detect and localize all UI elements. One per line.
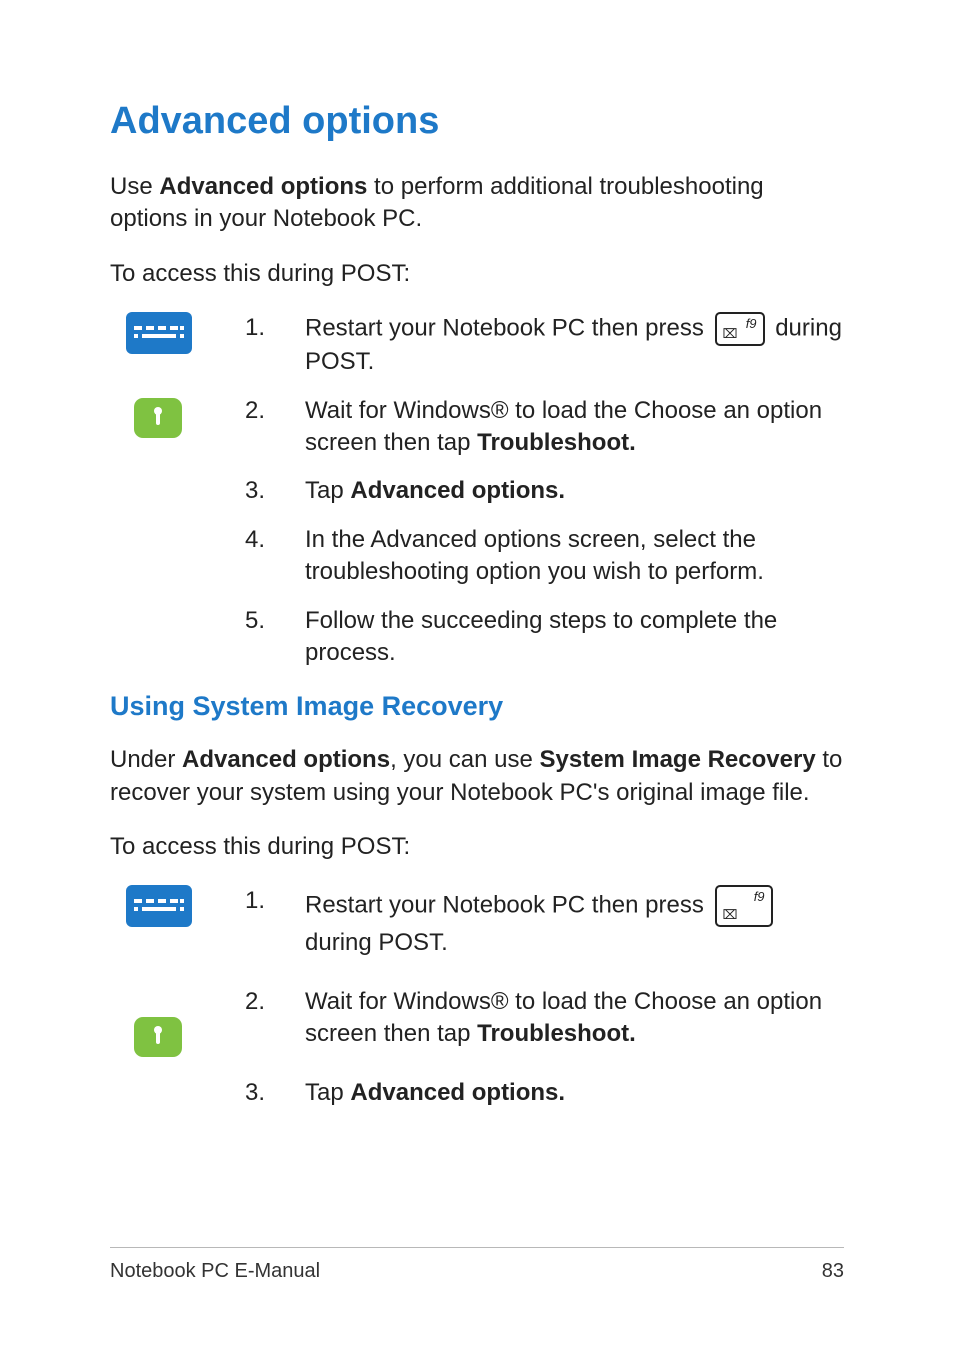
step-number: 5.	[245, 605, 305, 670]
step-text: Tap Advanced options.	[305, 475, 844, 507]
steps-list-2: 1. Restart your Notebook PC then press ⌧…	[245, 885, 844, 1109]
step-number: 1.	[245, 312, 305, 378]
text-bold: Advanced options	[182, 746, 390, 773]
text-bold: Troubleshoot.	[477, 1020, 636, 1047]
page: Advanced options Use Advanced options to…	[0, 0, 954, 1345]
step-item: 5. Follow the succeeding steps to comple…	[245, 605, 844, 670]
text-bold: Advanced options.	[350, 1079, 565, 1106]
icon-stack	[126, 312, 192, 438]
step-number: 2.	[245, 395, 305, 460]
step-text: In the Advanced options screen, select t…	[305, 524, 844, 589]
f9-key-icon: ⌧ f9	[715, 885, 773, 927]
text-bold: System Image Recovery	[540, 746, 816, 773]
step-number: 1.	[245, 885, 305, 959]
text: Tap	[305, 1079, 350, 1106]
access-line-2: To access this during POST:	[110, 831, 844, 863]
key-fn-label: f9	[746, 315, 757, 333]
text: Follow the succeeding steps to complete …	[305, 607, 777, 666]
text-bold: Troubleshoot.	[477, 429, 636, 456]
step-text: Restart your Notebook PC then press ⌧f9 …	[305, 885, 844, 959]
step-item: 3. Tap Advanced options.	[245, 1077, 844, 1109]
keyboard-icon	[126, 312, 192, 354]
step-text: Tap Advanced options.	[305, 1077, 844, 1109]
key-fn-label: f9	[754, 888, 765, 906]
touch-icon	[134, 1017, 182, 1057]
intro2-paragraph: Under Advanced options, you can use Syst…	[110, 744, 844, 809]
steps-block-2: 1. Restart your Notebook PC then press ⌧…	[110, 885, 844, 1109]
step-item: 1. Restart your Notebook PC then press ⌧…	[245, 885, 844, 959]
text: Tap	[305, 477, 350, 504]
step-number: 3.	[245, 1077, 305, 1109]
access-line: To access this during POST:	[110, 258, 844, 290]
text: In the Advanced options screen, select t…	[305, 526, 764, 585]
text: Restart your Notebook PC then press	[305, 892, 711, 919]
text-bold: Advanced options	[159, 173, 367, 200]
page-title: Advanced options	[110, 100, 844, 143]
step-item: 2. Wait for Windows® to load the Choose …	[245, 395, 844, 460]
text: Restart your Notebook PC then press	[305, 315, 711, 342]
step-text: Follow the succeeding steps to complete …	[305, 605, 844, 670]
subheading: Using System Image Recovery	[110, 691, 844, 722]
step-text: Wait for Windows® to load the Choose an …	[305, 986, 844, 1051]
text: , you can use	[390, 746, 539, 773]
step-item: 3. Tap Advanced options.	[245, 475, 844, 507]
steps-block-1: 1. Restart your Notebook PC then press ⌧…	[110, 312, 844, 669]
steps-list-1: 1. Restart your Notebook PC then press ⌧…	[245, 312, 844, 669]
step-number: 3.	[245, 475, 305, 507]
step-text: Restart your Notebook PC then press ⌧f9 …	[305, 312, 844, 378]
footer: Notebook PC E-Manual 83	[110, 1247, 844, 1283]
f9-key-icon: ⌧ f9	[715, 312, 765, 346]
keyboard-icon	[126, 885, 192, 927]
step-item: 2. Wait for Windows® to load the Choose …	[245, 986, 844, 1051]
page-number: 83	[822, 1260, 844, 1283]
touch-icon	[134, 398, 182, 438]
text: Under	[110, 746, 182, 773]
key-glyph: ⌧	[723, 325, 738, 343]
step-text: Wait for Windows® to load the Choose an …	[305, 395, 844, 460]
text-bold: Advanced options.	[350, 477, 565, 504]
step-number: 4.	[245, 524, 305, 589]
intro-paragraph: Use Advanced options to perform addition…	[110, 171, 844, 236]
footer-title: Notebook PC E-Manual	[110, 1260, 320, 1283]
key-glyph: ⌧	[723, 906, 738, 924]
step-item: 4. In the Advanced options screen, selec…	[245, 524, 844, 589]
icon-stack	[126, 885, 192, 1057]
step-number: 2.	[245, 986, 305, 1051]
step-item: 1. Restart your Notebook PC then press ⌧…	[245, 312, 844, 378]
text: Use	[110, 173, 159, 200]
text: during POST.	[305, 929, 448, 956]
